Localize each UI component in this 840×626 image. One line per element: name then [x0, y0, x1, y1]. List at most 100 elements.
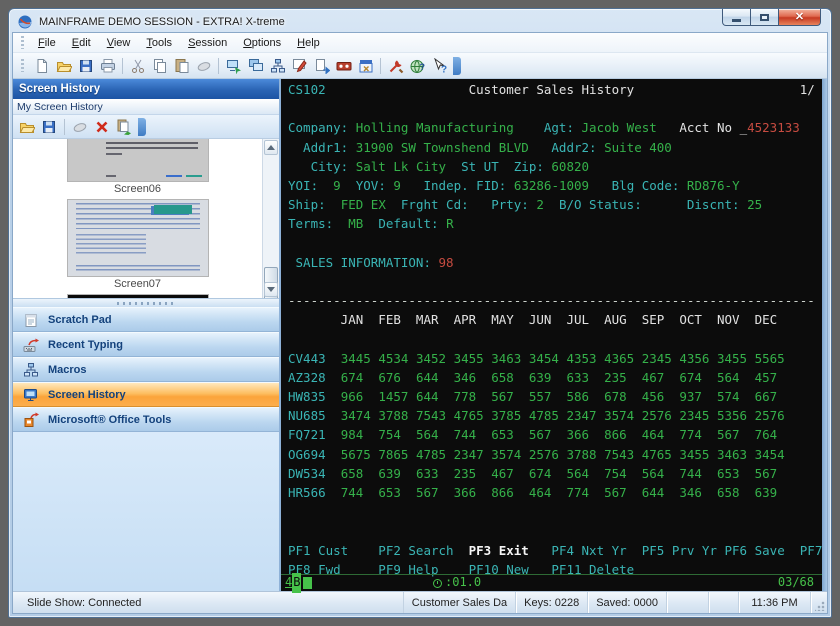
sidebar-item-label: Recent Typing [48, 339, 123, 351]
maximize-button[interactable] [751, 9, 779, 26]
print-icon[interactable] [97, 55, 118, 76]
properties-icon[interactable] [355, 55, 376, 76]
notepad-icon [23, 312, 39, 328]
delete-icon[interactable] [92, 117, 112, 137]
resize-grip[interactable] [811, 592, 827, 613]
app-icon [17, 14, 33, 30]
terminal-line: Company: Holling Manufacturing Agt: Jaco… [288, 118, 827, 137]
sidebar-item-label: Screen History [48, 389, 126, 401]
thumbnail-label: Screen07 [114, 278, 161, 290]
menu-item-edit[interactable]: Edit [64, 35, 99, 51]
cut-icon[interactable] [127, 55, 148, 76]
clear-icon[interactable] [70, 117, 90, 137]
maximize-icon [760, 14, 769, 21]
terminal-line: PF1 Cust PF2 Search PF3 Exit PF4 Nxt Yr … [288, 541, 827, 560]
menu-item-session[interactable]: Session [180, 35, 235, 51]
terminal-line: Ship: FED EX Frght Cd: Prty: 2 B/O Statu… [288, 195, 827, 214]
screen-history-icon [23, 387, 39, 403]
terminal-line [288, 99, 827, 118]
menubar-grip[interactable] [21, 36, 24, 49]
terminal-line: Addr1: 31900 SW Townshend BLVD Addr2: Su… [288, 138, 827, 157]
toolbar-overflow[interactable] [453, 57, 461, 75]
sessions-icon[interactable] [245, 55, 266, 76]
status-session-name: Customer Sales Da [403, 592, 516, 613]
terminal-line: City: Salt Lk City St UT Zip: 60820 [288, 157, 827, 176]
office-tools-icon [23, 412, 39, 428]
menu-item-help[interactable]: Help [289, 35, 328, 51]
menu-item-file[interactable]: File [30, 35, 64, 51]
close-button[interactable]: ✕ [779, 9, 821, 26]
transfer-icon[interactable] [311, 55, 332, 76]
panel-subtitle: My Screen History [13, 99, 279, 115]
titlebar[interactable]: MAINFRAME DEMO SESSION - EXTRA! X-treme … [9, 9, 831, 32]
menu-item-view[interactable]: View [99, 35, 139, 51]
macro-icon[interactable] [267, 55, 288, 76]
terminal-screen[interactable]: CS102 Customer Sales History 1/ 1 Compan… [281, 79, 827, 591]
terminal-line: OG694 5675 7865 4785 2347 3574 2576 3788… [288, 445, 827, 464]
screen-history-panel: Screen History My Screen History Screen0… [13, 79, 281, 591]
oia-cursor [303, 577, 312, 589]
sidebar-item-label: Microsoft® Office Tools [48, 414, 171, 426]
terminal-line [288, 234, 827, 253]
terminal-lines: CS102 Customer Sales History 1/ 1 Compan… [288, 80, 827, 579]
menu-item-options[interactable]: Options [235, 35, 289, 51]
recent-typing-icon [23, 337, 39, 353]
screenshot-frame: MAINFRAME DEMO SESSION - EXTRA! X-treme … [0, 0, 840, 626]
terminal-line: FQ721 984 754 564 744 653 567 366 866 46… [288, 425, 827, 444]
save-icon[interactable] [39, 117, 59, 137]
clear-icon[interactable] [193, 55, 214, 76]
thumbnail-label: Screen06 [114, 183, 161, 195]
sidebar-item-microsoft-office-tools[interactable]: Microsoft® Office Tools [13, 407, 279, 432]
terminal-oia: 4B :01.0 03/68 [281, 574, 822, 591]
help-icon[interactable]: ? [407, 55, 428, 76]
open-folder-icon[interactable] [53, 55, 74, 76]
status-blank [667, 592, 709, 613]
terminal-line: NU685 3474 3788 7543 4765 3785 4785 2347… [288, 406, 827, 425]
open-folder-icon[interactable] [17, 117, 37, 137]
oia-session: 4 [285, 573, 292, 592]
terminal-line [288, 272, 827, 291]
screen-thumbnail-screen07[interactable] [68, 200, 208, 276]
toolbar-separator [380, 58, 381, 74]
screen-thumbnail-screen06[interactable] [68, 139, 208, 181]
sidebar-item-recent-typing[interactable]: Recent Typing [13, 332, 279, 357]
context-help-icon[interactable]: ? [429, 55, 450, 76]
toolbar: ?? [13, 53, 827, 79]
terminal-right-strip [822, 79, 827, 591]
terminal-line: DW534 658 639 633 235 467 674 564 754 56… [288, 464, 827, 483]
record-icon[interactable] [333, 55, 354, 76]
terminal-line: JAN FEB MAR APR MAY JUN JUL AUG SEP OCT … [288, 310, 827, 329]
toolbar-separator [64, 119, 65, 135]
sidebar-item-label: Macros [48, 364, 87, 376]
scroll-down-arrow[interactable] [264, 282, 278, 297]
sidebar-item-macros[interactable]: Macros [13, 357, 279, 382]
oia-time: :01.0 [445, 573, 481, 592]
status-blank [709, 592, 739, 613]
panel-toolbar-overflow[interactable] [138, 118, 146, 136]
new-document-icon[interactable] [31, 55, 52, 76]
sidebar-item-screen-history[interactable]: Screen History [13, 382, 279, 407]
svg-text:?: ? [441, 64, 447, 74]
copy-icon[interactable] [149, 55, 170, 76]
menu-item-tools[interactable]: Tools [138, 35, 180, 51]
scroll-up-arrow[interactable] [264, 140, 278, 155]
panel-splitter[interactable] [13, 298, 279, 307]
close-icon: ✕ [795, 12, 804, 23]
quickscript-icon[interactable] [289, 55, 310, 76]
sidebar-scrollbar[interactable] [262, 139, 279, 298]
terminal-line: SALES INFORMATION: 98 [288, 253, 827, 272]
terminal-line: ----------------------------------------… [288, 291, 827, 310]
paste-special-icon[interactable] [114, 117, 134, 137]
menubar: FileEditViewToolsSessionOptionsHelp [13, 33, 827, 53]
toolbar-grip[interactable] [21, 59, 24, 72]
terminal-line [288, 521, 827, 540]
app-window: MAINFRAME DEMO SESSION - EXTRA! X-treme … [8, 8, 832, 618]
sidebar-accordion: Scratch Pad Recent Typing Macros Screen His… [13, 307, 279, 432]
capture-icon[interactable] [223, 55, 244, 76]
svg-text:?: ? [419, 62, 425, 72]
minimize-button[interactable] [722, 9, 751, 26]
paste-icon[interactable] [171, 55, 192, 76]
sidebar-item-scratch-pad[interactable]: Scratch Pad [13, 307, 279, 332]
settings-icon[interactable] [385, 55, 406, 76]
save-icon[interactable] [75, 55, 96, 76]
